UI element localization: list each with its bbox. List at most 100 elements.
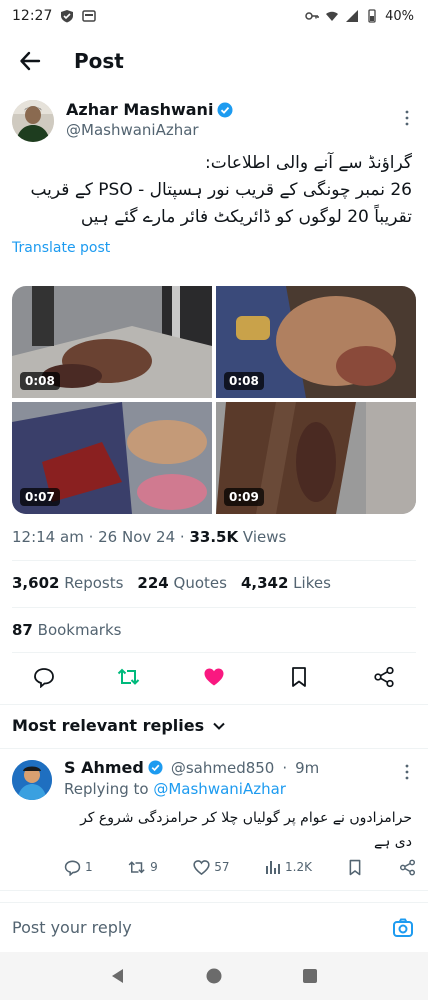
post-line: 26 نمبر چونگی کے قریب نور ہسپتال - PSO ک…	[30, 180, 412, 200]
post-author: Azhar Mashwani @MashwaniAzhar	[12, 100, 416, 146]
author-avatar-image	[12, 100, 54, 142]
section-divider	[0, 704, 428, 705]
likes-label: Likes	[293, 574, 331, 592]
back-button[interactable]	[0, 38, 60, 84]
bookmarks-label: Bookmarks	[37, 621, 122, 639]
share-icon	[374, 666, 394, 688]
quotes-stat[interactable]: 224 Quotes	[137, 574, 227, 592]
reply-share-button[interactable]	[399, 859, 416, 876]
reposts-stat[interactable]: 3,602 Reposts	[12, 574, 123, 592]
arrow-left-icon	[20, 51, 41, 71]
views-chart-icon	[266, 861, 281, 874]
reply-item[interactable]: S Ahmed @sahmed850 · 9m Replying to @Mas…	[12, 758, 416, 886]
more-options-icon[interactable]	[400, 108, 414, 128]
reply-avatar[interactable]	[12, 760, 52, 800]
video-duration: 0:08	[20, 372, 60, 390]
wifi-icon	[326, 11, 339, 21]
app-notification-icon	[82, 10, 97, 22]
divider	[12, 560, 416, 561]
author-name[interactable]: Azhar Mashwani	[66, 100, 233, 119]
replying-to: Replying to @MashwaniAzhar	[64, 780, 286, 798]
divider	[0, 890, 428, 891]
battery-icon	[368, 9, 376, 23]
post-actions	[12, 662, 416, 692]
video-duration: 0:09	[224, 488, 264, 506]
post-text: گراؤنڈ سے آنے والی اطلاعات: 26 نمبر چونگ…	[12, 150, 412, 231]
replying-to-handle[interactable]: @MashwaniAzhar	[153, 780, 286, 798]
battery-percent: 40%	[385, 8, 414, 24]
quotes-label: Quotes	[173, 574, 227, 592]
status-time: 12:27	[12, 8, 53, 24]
divider	[12, 652, 416, 653]
reply-views-button[interactable]: 1.2K	[265, 859, 312, 875]
repost-count: 9	[150, 860, 158, 874]
author-handle[interactable]: @MashwaniAzhar	[66, 121, 199, 139]
bookmark-button[interactable]	[287, 665, 311, 689]
reply-reply-button[interactable]: 1	[64, 859, 93, 876]
reply-author[interactable]: S Ahmed @sahmed850 · 9m	[64, 758, 319, 777]
replies-sort-dropdown[interactable]: Most relevant replies	[12, 716, 226, 735]
key-icon	[305, 12, 319, 20]
bookmark-icon	[350, 859, 361, 875]
page-title: Post	[74, 49, 124, 73]
repost-button[interactable]	[117, 665, 141, 689]
bookmark-icon	[292, 667, 306, 687]
heart-icon	[193, 859, 210, 875]
video-thumbnail[interactable]: 0:08	[12, 286, 212, 398]
reply-repost-button[interactable]: 9	[128, 859, 158, 876]
like-count: 57	[214, 860, 230, 874]
camera-icon[interactable]	[392, 917, 414, 939]
divider	[12, 607, 416, 608]
system-nav-bar	[0, 952, 428, 1000]
nav-recents-icon[interactable]	[301, 967, 319, 985]
likes-stat[interactable]: 4,342 Likes	[241, 574, 331, 592]
top-app-bar: Post	[0, 38, 428, 84]
share-button[interactable]	[372, 665, 396, 689]
status-left: 12:27	[12, 8, 97, 24]
verified-badge-icon	[148, 760, 163, 775]
post-date[interactable]: 26 Nov 24	[98, 528, 175, 546]
status-right: 40%	[305, 9, 414, 24]
video-thumbnail[interactable]: 0:08	[216, 286, 416, 398]
reply-icon	[64, 860, 81, 876]
reply-author-name: S Ahmed	[64, 758, 144, 777]
meta-separator: ·	[88, 528, 99, 546]
reply-count: 1	[85, 860, 93, 874]
reply-bookmark-button[interactable]	[347, 859, 363, 876]
video-thumbnail[interactable]: 0:09	[216, 402, 416, 514]
reposts-label: Reposts	[64, 574, 124, 592]
views-count: 1.2K	[285, 860, 312, 874]
author-avatar[interactable]	[12, 100, 54, 142]
reply-input[interactable]: Post your reply	[12, 918, 132, 937]
reply-composer[interactable]: Post your reply	[0, 902, 428, 952]
video-thumbnail[interactable]: 0:07	[12, 402, 212, 514]
bookmarks-stat[interactable]: 87 Bookmarks	[12, 621, 121, 639]
media-grid: 0:08 0:08 0:07 0:09	[12, 286, 416, 514]
reply-icon	[34, 668, 54, 688]
reply-button[interactable]	[32, 665, 56, 689]
nav-back-icon[interactable]	[109, 967, 127, 985]
replies-heading: Most relevant replies	[12, 716, 205, 735]
repost-icon	[128, 860, 145, 873]
nav-home-icon[interactable]	[205, 967, 223, 985]
share-icon	[399, 859, 415, 875]
heart-filled-icon	[204, 668, 224, 686]
reply-time: 9m	[295, 758, 320, 777]
post-line: گراؤنڈ سے آنے والی اطلاعات:	[204, 153, 412, 173]
reply-avatar-image	[12, 760, 52, 800]
reply-like-button[interactable]: 57	[193, 859, 230, 876]
post-time[interactable]: 12:14 am	[12, 528, 84, 546]
views-count: 33.5K	[189, 528, 239, 546]
repost-icon	[117, 668, 140, 685]
post-line: تقریباً 20 لوگوں کو ڈائریکٹ فائر مارے گئ…	[80, 207, 412, 227]
chevron-down-icon	[213, 722, 225, 730]
more-options-icon[interactable]	[400, 762, 414, 782]
signal-icon	[346, 10, 359, 22]
replying-to-label: Replying to	[64, 780, 149, 798]
like-button[interactable]	[202, 665, 226, 689]
reposts-count: 3,602	[12, 574, 60, 592]
verified-badge-icon	[217, 102, 233, 117]
divider	[0, 748, 428, 749]
vpn-check-icon	[61, 10, 74, 23]
translate-post-link[interactable]: Translate post	[12, 240, 110, 256]
